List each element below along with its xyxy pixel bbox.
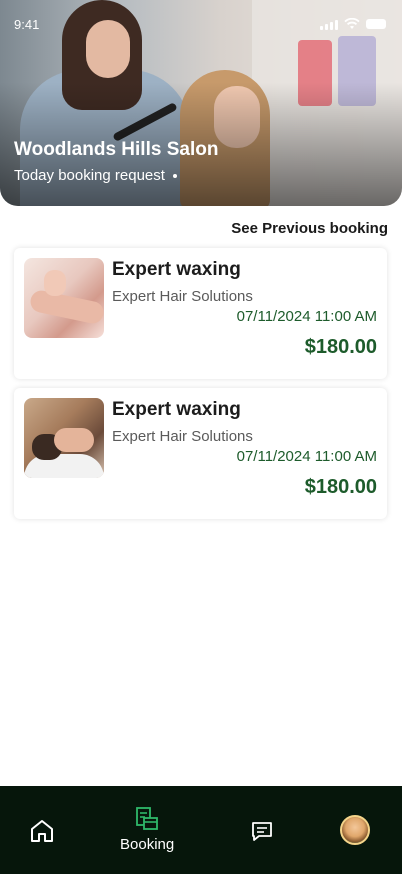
booking-price: $180.00 — [304, 476, 377, 498]
nav-profile[interactable] — [340, 815, 370, 845]
service-name: Expert waxing — [112, 259, 241, 280]
booking-card[interactable]: Expert waxing Expert Hair Solutions 07/1… — [14, 388, 387, 519]
provider-name: Expert Hair Solutions — [112, 288, 253, 305]
chat-icon — [252, 822, 272, 841]
nav-chat[interactable] — [250, 819, 274, 843]
wifi-icon — [344, 18, 360, 29]
waxing-photo — [24, 258, 104, 338]
status-time: 9:41 — [14, 17, 40, 32]
battery-icon — [366, 19, 386, 29]
subtitle-text: Today booking request — [14, 167, 165, 184]
booking-card[interactable]: Expert waxing Expert Hair Solutions 07/1… — [14, 248, 387, 379]
nav-booking[interactable]: Booking — [120, 806, 174, 853]
booking-icon — [136, 807, 159, 830]
status-icons — [320, 18, 386, 30]
signal-icon — [320, 19, 338, 30]
see-previous-booking-link[interactable]: See Previous booking — [231, 220, 388, 237]
dot-icon — [172, 174, 177, 179]
profile-avatar — [340, 815, 370, 845]
salon-title: Woodlands Hills Salon — [14, 139, 219, 160]
booking-datetime: 07/11/2024 11:00 AM — [236, 448, 377, 465]
booking-price: $180.00 — [304, 336, 377, 358]
provider-name: Expert Hair Solutions — [112, 428, 253, 445]
bottom-navigation: Booking — [0, 786, 402, 874]
service-name: Expert waxing — [112, 399, 241, 420]
nav-home[interactable] — [29, 818, 55, 844]
booking-request-subtitle[interactable]: Today booking request — [14, 167, 177, 184]
home-icon — [31, 820, 53, 842]
hair-wash-photo — [24, 398, 104, 478]
booking-datetime: 07/11/2024 11:00 AM — [236, 308, 377, 325]
nav-booking-label: Booking — [120, 836, 175, 853]
